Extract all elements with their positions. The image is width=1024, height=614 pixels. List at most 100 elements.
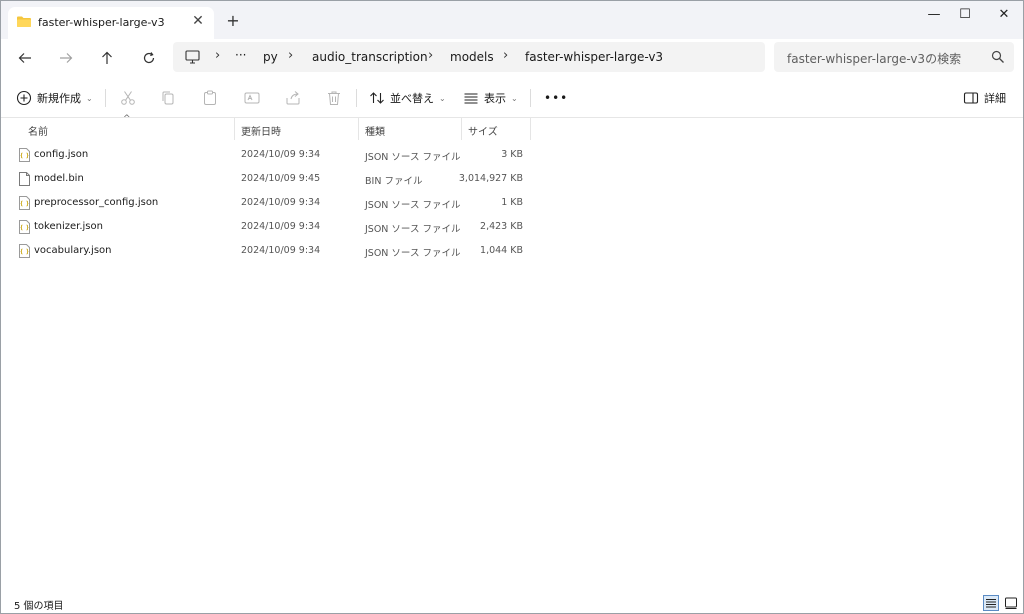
view-button[interactable]: 表示 ⌄	[463, 88, 518, 108]
command-bar: 新規作成 ⌄ 並べ替え ⌄ 表示 ⌄ ••• 詳細	[1, 79, 1023, 118]
details-pane-button[interactable]: 詳細	[963, 88, 1006, 108]
file-name: preprocessor_config.json	[34, 197, 159, 208]
tiles-view-icon	[1005, 597, 1017, 609]
details-pane-label: 詳細	[984, 92, 1006, 105]
details-view-button[interactable]	[983, 595, 999, 611]
file-size: 1 KB	[501, 197, 523, 208]
file-name: tokenizer.json	[34, 221, 103, 232]
minimize-button[interactable]: —	[919, 5, 949, 25]
item-count: 5 個の項目	[14, 601, 64, 612]
breadcrumb-current-folder[interactable]: faster-whisper-large-v3	[525, 50, 663, 64]
column-header-size[interactable]: サイズ	[468, 123, 498, 145]
more-options-button[interactable]: •••	[544, 88, 568, 108]
maximize-button[interactable]: ☐	[950, 5, 980, 25]
title-bar: faster-whisper-large-v3 ✕ + — ☐ ✕	[1, 1, 1023, 39]
column-divider[interactable]	[461, 118, 462, 140]
navigation-bar: › ··· py › audio_transcription › models …	[1, 39, 1023, 77]
breadcrumb-py[interactable]: py	[263, 50, 278, 64]
file-size: 2,423 KB	[480, 221, 523, 232]
column-divider[interactable]	[530, 118, 531, 140]
close-window-button[interactable]: ✕	[989, 5, 1019, 25]
column-divider[interactable]	[358, 118, 359, 140]
arrow-left-icon	[18, 53, 31, 63]
details-pane-icon	[963, 92, 979, 104]
chevron-down-icon: ⌄	[439, 93, 446, 103]
file-date: 2024/10/09 9:34	[241, 197, 321, 208]
refresh-button[interactable]	[137, 47, 161, 69]
delete-icon[interactable]	[325, 89, 343, 107]
file-row[interactable]: vocabulary.json 2024/10/09 9:34 JSON ソース…	[1, 239, 541, 263]
view-button-label: 表示	[484, 92, 506, 105]
divider	[530, 89, 531, 107]
paste-icon[interactable]	[201, 89, 219, 107]
file-size: 3,014,927 KB	[458, 173, 523, 184]
search-box[interactable]: faster-whisper-large-v3の検索	[774, 42, 1014, 72]
address-bar[interactable]: › ··· py › audio_transcription › models …	[173, 42, 765, 72]
json-file-icon	[19, 220, 30, 234]
copy-icon[interactable]	[159, 89, 177, 107]
breadcrumb-models[interactable]: models	[450, 50, 494, 64]
file-explorer-window: faster-whisper-large-v3 ✕ + — ☐ ✕ › ··· …	[0, 0, 1024, 614]
file-row[interactable]: preprocessor_config.json 2024/10/09 9:34…	[1, 191, 541, 215]
back-button[interactable]	[13, 47, 37, 69]
file-type: JSON ソース ファイル	[365, 200, 461, 211]
chevron-right-icon: ›	[503, 48, 509, 63]
chevron-right-icon: ›	[288, 48, 294, 63]
plus-circle-icon	[16, 90, 32, 106]
new-tab-button[interactable]: +	[223, 11, 243, 31]
details-view-icon	[986, 599, 996, 608]
file-type: JSON ソース ファイル	[365, 248, 461, 259]
file-date: 2024/10/09 9:45	[241, 173, 321, 184]
chevron-down-icon: ⌄	[511, 93, 518, 103]
column-header-type[interactable]: 種類	[365, 123, 385, 145]
file-type: BIN ファイル	[365, 176, 423, 187]
view-list-icon	[464, 93, 478, 104]
status-bar: 5 個の項目	[1, 593, 1023, 613]
file-row[interactable]: model.bin 2024/10/09 9:45 BIN ファイル 3,014…	[1, 167, 541, 191]
file-date: 2024/10/09 9:34	[241, 221, 321, 232]
column-header-name[interactable]: 名前	[28, 123, 48, 145]
file-type: JSON ソース ファイル	[365, 224, 461, 235]
sort-icon	[370, 92, 384, 104]
sort-button-label: 並べ替え	[390, 92, 434, 105]
divider	[105, 89, 106, 107]
divider	[356, 89, 357, 107]
tab-title: faster-whisper-large-v3	[38, 16, 165, 29]
computer-icon	[185, 50, 200, 64]
chevron-right-icon: ›	[215, 48, 221, 63]
rename-icon[interactable]	[243, 89, 261, 107]
file-row[interactable]: config.json 2024/10/09 9:34 JSON ソース ファイ…	[1, 143, 541, 167]
new-button-label: 新規作成	[37, 92, 81, 105]
file-name: vocabulary.json	[34, 245, 112, 256]
cut-icon[interactable]	[119, 89, 137, 107]
forward-button[interactable]	[54, 47, 78, 69]
breadcrumb-audio-transcription[interactable]: audio_transcription	[312, 50, 428, 64]
file-name: model.bin	[34, 173, 84, 184]
file-size: 3 KB	[501, 149, 523, 160]
tab-faster-whisper[interactable]: faster-whisper-large-v3 ✕	[8, 7, 214, 39]
new-button[interactable]: 新規作成 ⌄	[16, 88, 93, 108]
tab-close-icon[interactable]: ✕	[190, 13, 206, 29]
tiles-view-button[interactable]	[1003, 595, 1019, 611]
up-button[interactable]	[95, 47, 119, 69]
search-placeholder: faster-whisper-large-v3の検索	[787, 52, 962, 66]
folder-icon	[17, 16, 31, 27]
json-file-icon	[19, 244, 30, 258]
file-row[interactable]: tokenizer.json 2024/10/09 9:34 JSON ソース …	[1, 215, 541, 239]
share-icon[interactable]	[284, 89, 302, 107]
json-file-icon	[19, 148, 30, 162]
chevron-right-icon: ›	[428, 48, 434, 63]
refresh-icon	[143, 52, 155, 64]
sort-button[interactable]: 並べ替え ⌄	[369, 88, 446, 108]
arrow-right-icon	[60, 53, 73, 63]
arrow-up-icon	[102, 51, 112, 64]
bin-file-icon	[19, 172, 30, 186]
file-date: 2024/10/09 9:34	[241, 149, 321, 160]
chevron-down-icon: ⌄	[86, 93, 93, 103]
file-size: 1,044 KB	[480, 245, 523, 256]
column-header-date[interactable]: 更新日時	[241, 123, 281, 145]
column-divider[interactable]	[234, 118, 235, 140]
json-file-icon	[19, 196, 30, 210]
search-icon	[991, 50, 1004, 63]
breadcrumb-more[interactable]: ···	[235, 48, 246, 62]
